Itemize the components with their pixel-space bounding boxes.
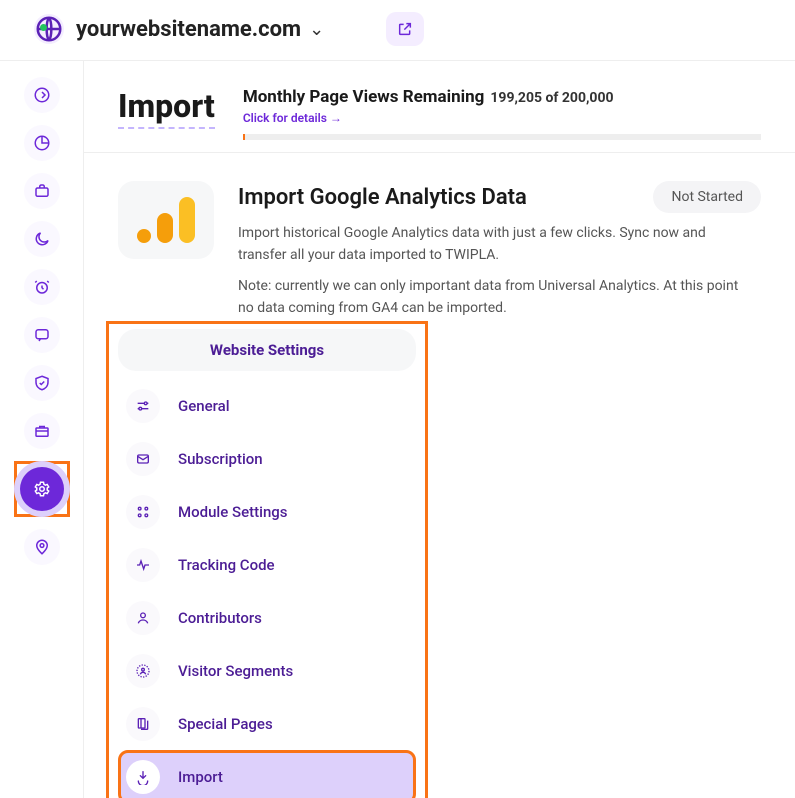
menu-label: Import (178, 768, 223, 786)
left-nav (0, 61, 84, 798)
nav-overview[interactable] (24, 77, 60, 113)
menu-label: Contributors (178, 609, 262, 627)
site-selector[interactable]: yourwebsitename.com ⌄ (30, 10, 330, 48)
menu-item-contributors[interactable]: Contributors (120, 593, 414, 643)
topbar: yourwebsitename.com ⌄ (0, 0, 795, 61)
menu-label: Special Pages (178, 715, 273, 733)
nav-moon[interactable] (24, 221, 60, 257)
nav-shield[interactable] (24, 365, 60, 401)
quota-details-link[interactable]: Click for details → (243, 111, 342, 125)
card-note: Note: currently we can only important da… (238, 276, 748, 319)
quota-block: Monthly Page Views Remaining 199,205 of … (243, 87, 761, 140)
chevron-down-icon: ⌄ (309, 19, 324, 40)
menu-item-import[interactable]: Import (120, 752, 414, 798)
nav-toolbox[interactable] (24, 413, 60, 449)
download-icon (126, 760, 160, 794)
pages-icon (126, 707, 160, 741)
menu-item-module-settings[interactable]: Module Settings (120, 487, 414, 537)
menu-item-subscription[interactable]: Subscription (120, 434, 414, 484)
nav-chat[interactable] (24, 317, 60, 353)
google-analytics-logo (118, 181, 214, 259)
page-title: Import (118, 87, 215, 129)
target-person-icon (126, 654, 160, 688)
main-header: Import Monthly Page Views Remaining 199,… (84, 61, 795, 153)
quota-progress-bar (243, 134, 761, 140)
quota-value: 199,205 of 200,000 (490, 90, 613, 106)
menu-item-tracking-code[interactable]: Tracking Code (120, 540, 414, 590)
quota-label: Monthly Page Views Remaining (243, 87, 485, 107)
nav-location[interactable] (24, 529, 60, 565)
nav-settings[interactable] (20, 467, 64, 511)
menu-label: Module Settings (178, 503, 288, 521)
nav-pie[interactable] (24, 125, 60, 161)
status-badge: Not Started (653, 181, 761, 213)
pulse-icon (126, 548, 160, 582)
mail-icon (126, 442, 160, 476)
nav-alarm[interactable] (24, 269, 60, 305)
grid-icon (126, 495, 160, 529)
nav-settings-highlight (14, 461, 70, 517)
globe-icon (34, 14, 64, 44)
menu-label: Tracking Code (178, 556, 275, 574)
card-title: Import Google Analytics Data (238, 185, 527, 210)
sliders-icon (126, 389, 160, 423)
open-external-button[interactable] (386, 12, 424, 46)
main-content: Import Monthly Page Views Remaining 199,… (84, 61, 795, 798)
menu-item-visitor-segments[interactable]: Visitor Segments (120, 646, 414, 696)
menu-label: General (178, 397, 230, 415)
website-settings-popover: Website Settings General Subscription Mo… (106, 321, 428, 798)
nav-briefcase[interactable] (24, 173, 60, 209)
menu-label: Visitor Segments (178, 662, 293, 680)
person-icon (126, 601, 160, 635)
card-description: Import historical Google Analytics data … (238, 223, 738, 266)
menu-item-special-pages[interactable]: Special Pages (120, 699, 414, 749)
popover-title: Website Settings (118, 329, 416, 371)
menu-item-general[interactable]: General (120, 381, 414, 431)
menu-label: Subscription (178, 450, 263, 468)
site-name: yourwebsitename.com (76, 17, 301, 42)
